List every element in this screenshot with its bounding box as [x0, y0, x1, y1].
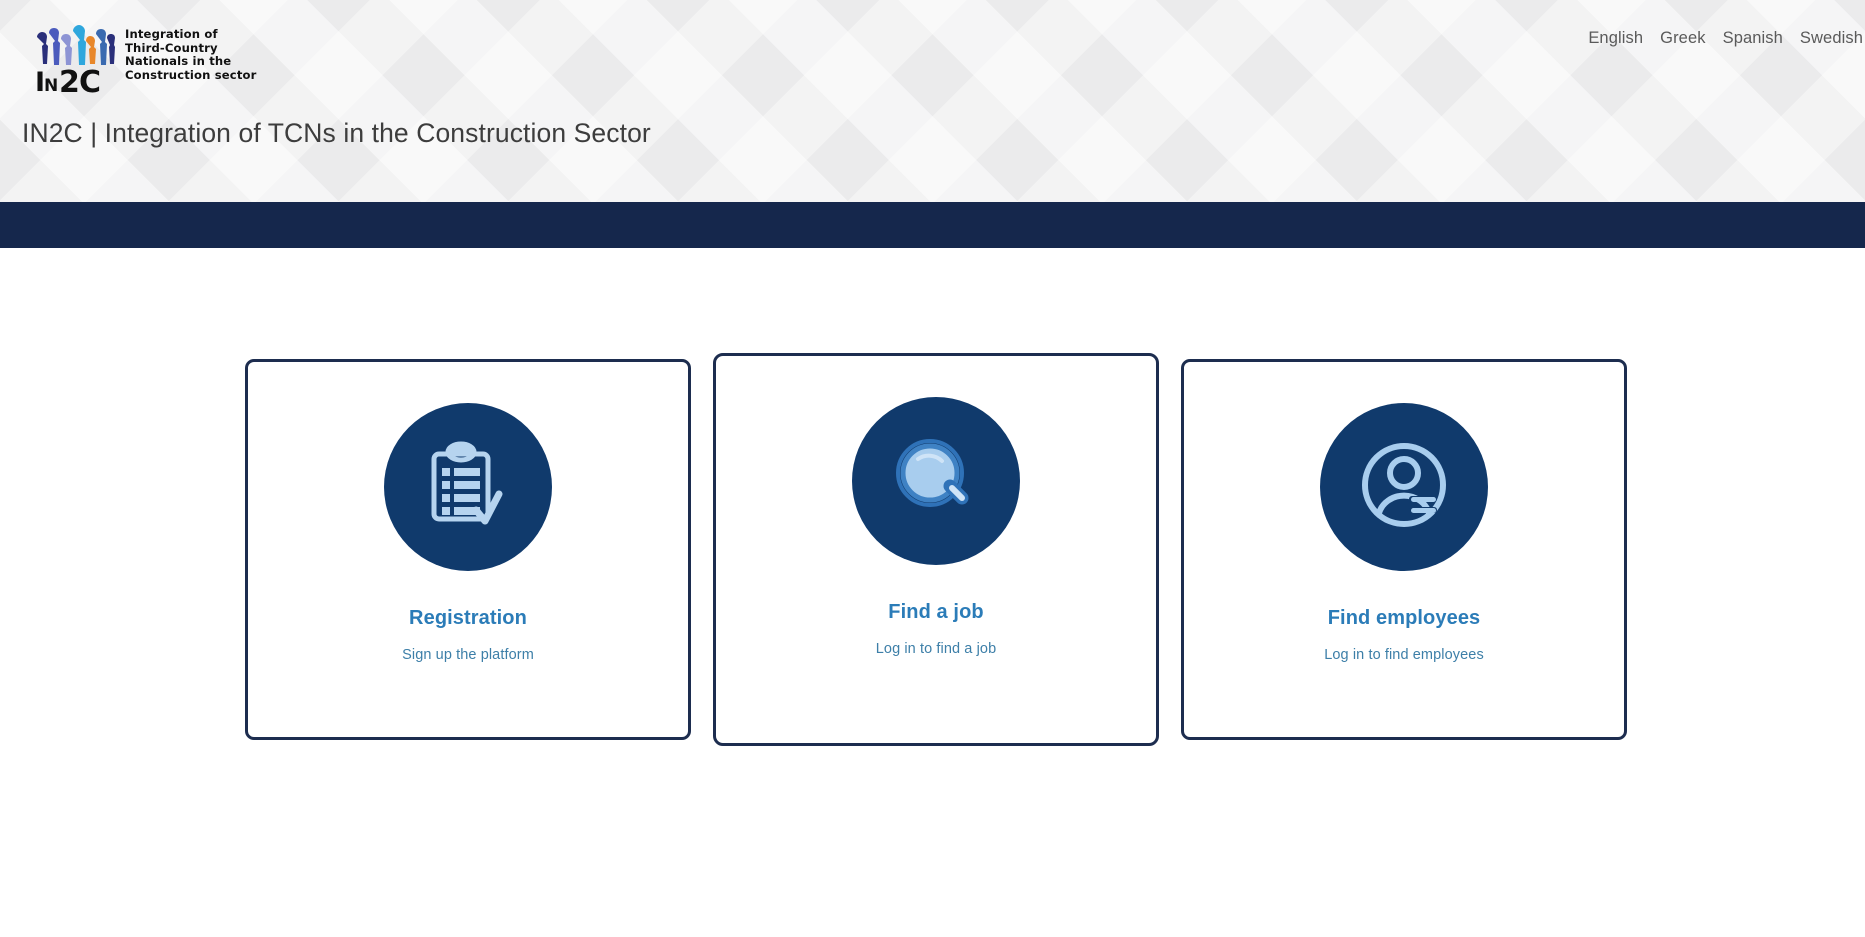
logo-tagline: Integration of Third-Country Nationals i… — [125, 27, 257, 82]
in2c-logo-icon: I N 2 C — [33, 23, 115, 100]
clipboard-checklist-icon — [420, 437, 516, 538]
language-link-english[interactable]: English — [1588, 29, 1643, 48]
registration-icon-circle — [384, 403, 552, 571]
action-cards-row: Registration Sign up the platform Find a… — [245, 353, 1627, 746]
main-navigation-bar[interactable] — [0, 202, 1865, 248]
header-background-pattern — [0, 0, 1865, 202]
language-link-greek[interactable]: Greek — [1660, 29, 1705, 48]
logo-tagline-line-1: Integration of — [125, 27, 218, 41]
card-find-employees[interactable]: Find employees Log in to find employees — [1181, 359, 1627, 740]
card-registration-title: Registration — [409, 607, 527, 629]
svg-text:2: 2 — [59, 65, 80, 93]
logo-tagline-line-4: Construction sector — [125, 67, 257, 82]
svg-text:N: N — [44, 76, 58, 93]
card-find-a-job-subtitle[interactable]: Log in to find a job — [876, 641, 997, 657]
user-profile-icon — [1354, 435, 1454, 540]
logo-tagline-line-3: Nationals in the — [125, 54, 232, 69]
card-registration[interactable]: Registration Sign up the platform — [245, 359, 691, 740]
language-switcher: English Greek Spanish Swedish — [1588, 29, 1865, 48]
card-find-employees-subtitle[interactable]: Log in to find employees — [1324, 647, 1484, 663]
card-registration-subtitle[interactable]: Sign up the platform — [402, 647, 534, 663]
language-link-spanish[interactable]: Spanish — [1723, 29, 1783, 48]
magnifying-glass-icon — [888, 431, 984, 532]
card-find-employees-title: Find employees — [1327, 607, 1481, 629]
card-find-a-job[interactable]: Find a job Log in to find a job — [713, 353, 1159, 746]
site-title: IN2C | Integration of TCNs in the Constr… — [22, 118, 651, 148]
find-a-job-icon-circle — [852, 397, 1020, 565]
main-content: Registration Sign up the platform Find a… — [0, 248, 1865, 937]
svg-text:C: C — [79, 65, 101, 93]
page-header: English Greek Spanish Swedish I N 2 C In… — [0, 0, 1865, 202]
card-find-a-job-title: Find a job — [888, 601, 984, 623]
logo-tagline-line-2: Third-Country — [125, 40, 218, 55]
site-logo[interactable]: I N 2 C Integration of Third-Country Nat… — [33, 23, 257, 100]
find-employees-icon-circle — [1320, 403, 1488, 571]
language-link-swedish[interactable]: Swedish — [1800, 29, 1863, 48]
